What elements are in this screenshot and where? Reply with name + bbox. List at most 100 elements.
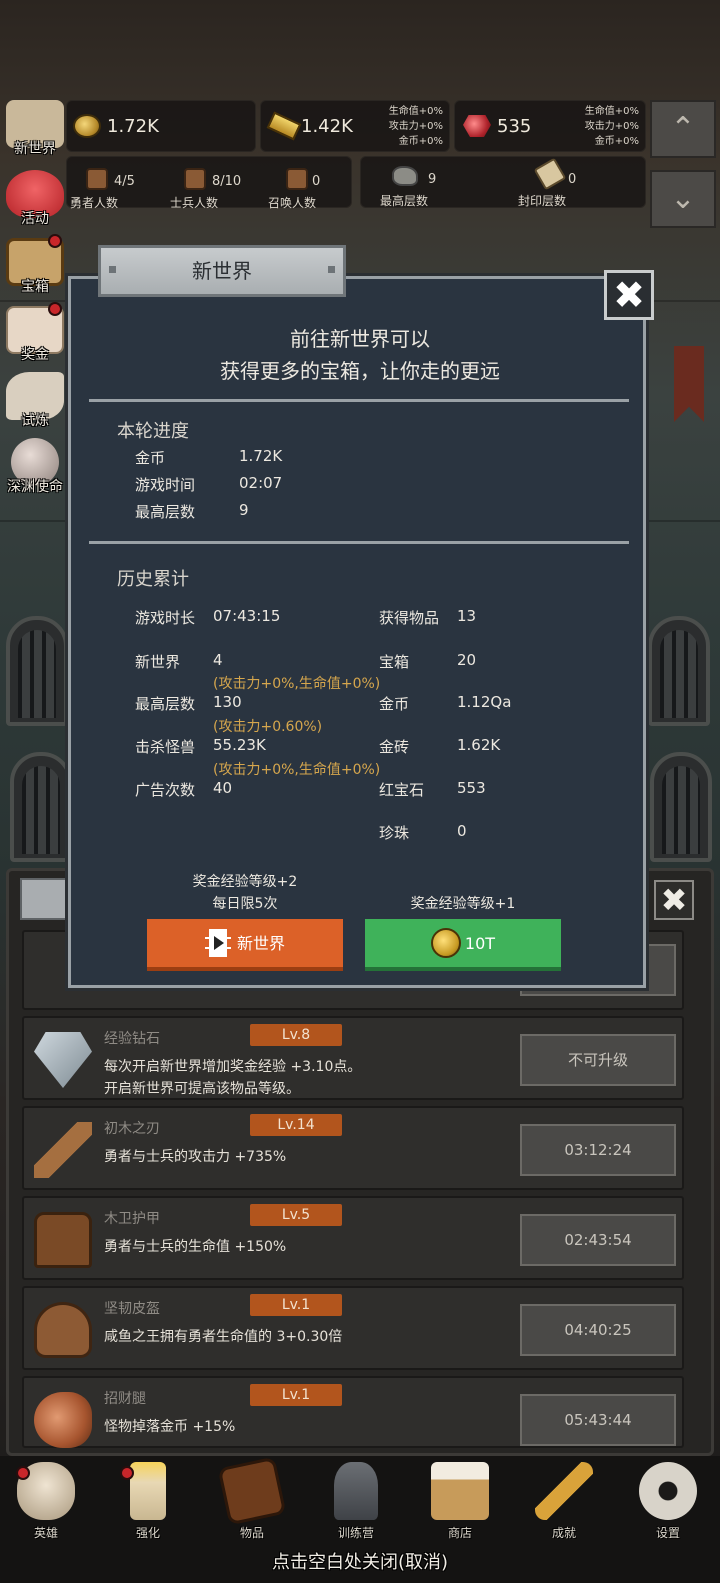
rock-icon <box>392 166 418 186</box>
side-abyss[interactable]: 深渊使命 <box>2 438 68 496</box>
history-label: 获得物品 <box>379 609 440 627</box>
coin-value: 1.72K <box>107 116 159 137</box>
item-name: 木卫护甲 <box>104 1211 160 1227</box>
history-label: 红宝石 <box>379 781 425 799</box>
dungeon-window <box>648 616 710 726</box>
lantern-icon <box>334 1462 378 1520</box>
mug-icon <box>431 1462 489 1520</box>
dialog-subheadline: 获得更多的宝箱，让你走的更远 <box>220 359 500 383</box>
dialog-close-button[interactable]: ✖ <box>604 270 654 320</box>
scroll-up-button[interactable]: ⌃ <box>650 100 716 158</box>
dungeon-door <box>10 752 72 862</box>
tap-outside-close-hint[interactable]: 点击空白处关闭(取消) <box>0 1548 720 1574</box>
helmet-icon <box>34 1302 92 1358</box>
scroll-down-button[interactable]: ⌄ <box>650 170 716 228</box>
summons-label: 召唤人数 <box>268 196 317 210</box>
history-label: 宝箱 <box>379 653 410 671</box>
list-row: 坚韧皮盔 Lv.1 咸鱼之王拥有勇者生命值的 3+0.30倍 04:40:25 <box>22 1286 684 1370</box>
hero-icon <box>86 168 108 190</box>
watch-ad-new-world-button[interactable]: 新世界 <box>147 919 343 971</box>
heroes-count: 4/5 <box>114 174 135 189</box>
history-value: 130 <box>213 693 242 711</box>
sealed-floor-label: 封印层数 <box>518 194 567 208</box>
dungeon-door <box>650 752 712 862</box>
summon-icon <box>286 168 308 190</box>
gold-bar-resource: 1.42K 生命值+0% 攻击力+0% 金币+0% <box>260 100 450 152</box>
round-value: 9 <box>239 501 249 519</box>
history-bonus: (攻击力+0%,生命值+0%) <box>213 676 381 692</box>
side-trial[interactable]: 试炼 <box>2 372 68 430</box>
nav-shop[interactable]: 商店 <box>420 1462 500 1541</box>
list-row: 初木之刃 Lv.14 勇者与士兵的攻击力 +735% 03:12:24 <box>22 1106 684 1190</box>
max-floor-label: 最高层数 <box>380 194 429 208</box>
round-value: 1.72K <box>239 447 283 465</box>
dungeon-window <box>6 616 68 726</box>
ad-button-note: 奖金经验等级+2 每日限5次 <box>192 874 298 912</box>
list-close-button[interactable]: ✖ <box>654 880 694 920</box>
upgrade-timer-button[interactable]: 05:43:44 <box>520 1394 676 1446</box>
item-desc: 勇者与士兵的生命值 +150% <box>104 1239 287 1255</box>
round-value: 02:07 <box>239 474 283 492</box>
key-icon <box>535 1462 593 1520</box>
item-level: Lv.14 <box>250 1114 342 1136</box>
nav-items[interactable]: 物品 <box>212 1456 292 1541</box>
item-desc: 每次开启新世界增加奖金经验 +3.10点。 开启新世界可提高该物品等级。 <box>104 1059 362 1097</box>
chest-notification-dot <box>48 234 62 248</box>
upgrade-button[interactable]: 不可升级 <box>520 1034 676 1086</box>
upgrade-timer-button[interactable]: 04:40:25 <box>520 1304 676 1356</box>
history-label: 金币 <box>379 695 410 713</box>
history-bonus: (攻击力+0.60%) <box>213 719 323 735</box>
history-value: 1.62K <box>457 736 501 754</box>
pay-coin-new-world-button[interactable]: 10T <box>365 919 561 971</box>
item-name: 初木之刃 <box>104 1121 160 1137</box>
sealed-floor-count: 0 <box>568 172 577 187</box>
meat-leg-icon <box>34 1392 92 1448</box>
side-new-world[interactable]: 新世界 <box>2 100 68 158</box>
round-label: 金币 <box>135 449 166 467</box>
history-label: 击杀怪兽 <box>135 738 196 756</box>
nav-training[interactable]: 训练营 <box>316 1462 396 1541</box>
max-floor-count: 9 <box>428 172 437 187</box>
nav-settings[interactable]: 设置 <box>628 1462 708 1541</box>
item-name: 招财腿 <box>104 1391 146 1407</box>
ruby-icon <box>463 115 491 137</box>
item-level: Lv.1 <box>250 1294 342 1316</box>
item-level: Lv.5 <box>250 1204 342 1226</box>
gold-bar-bonus: 生命值+0% 攻击力+0% 金币+0% <box>388 106 443 147</box>
history-label: 最高层数 <box>135 695 196 713</box>
summons-count: 0 <box>312 174 321 189</box>
history-label: 新世界 <box>135 653 181 671</box>
video-ad-icon <box>204 928 231 957</box>
upgrade-timer-button[interactable]: 03:12:24 <box>520 1124 676 1176</box>
heroes-notification-dot <box>16 1466 30 1480</box>
enhance-notification-dot <box>120 1466 134 1480</box>
bonus-notification-dot <box>48 302 62 316</box>
item-level: Lv.1 <box>250 1384 342 1406</box>
list-row: 经验钻石 Lv.8 每次开启新世界增加奖金经验 +3.10点。 开启新世界可提高该… <box>22 1016 684 1100</box>
upgrade-timer-button[interactable]: 02:43:54 <box>520 1214 676 1266</box>
history-label: 金砖 <box>379 738 410 756</box>
history-value: 20 <box>457 651 477 669</box>
dialog-headline: 前往新世界可以 <box>290 327 430 351</box>
wooden-sword-icon <box>34 1122 92 1178</box>
history-label: 广告次数 <box>135 781 196 799</box>
coin-icon <box>73 114 101 138</box>
divider <box>89 541 629 544</box>
ruby-value: 535 <box>497 116 532 137</box>
soldiers-count: 8/10 <box>212 174 242 189</box>
armor-icon <box>34 1212 92 1268</box>
list-row: 木卫护甲 Lv.5 勇者与士兵的生命值 +150% 02:43:54 <box>22 1196 684 1280</box>
history-bonus: (攻击力+0%,生命值+0%) <box>213 762 381 778</box>
item-desc: 勇者与士兵的攻击力 +735% <box>104 1149 287 1165</box>
item-desc: 咸鱼之王拥有勇者生命值的 3+0.30倍 <box>104 1329 343 1345</box>
side-event[interactable]: 活动 <box>2 170 68 228</box>
coin-button-note: 奖金经验等级+1 <box>410 896 516 912</box>
soldier-icon <box>184 168 206 190</box>
coin-icon <box>430 927 461 958</box>
ruby-bonus: 生命值+0% 攻击力+0% 金币+0% <box>584 106 639 147</box>
history-value: 55.23K <box>213 736 266 754</box>
round-progress-title: 本轮进度 <box>117 421 189 442</box>
gear-icon <box>639 1462 697 1520</box>
nav-achievements[interactable]: 成就 <box>524 1462 604 1541</box>
list-row: 招财腿 Lv.1 怪物掉落金币 +15% 05:43:44 <box>22 1376 684 1448</box>
